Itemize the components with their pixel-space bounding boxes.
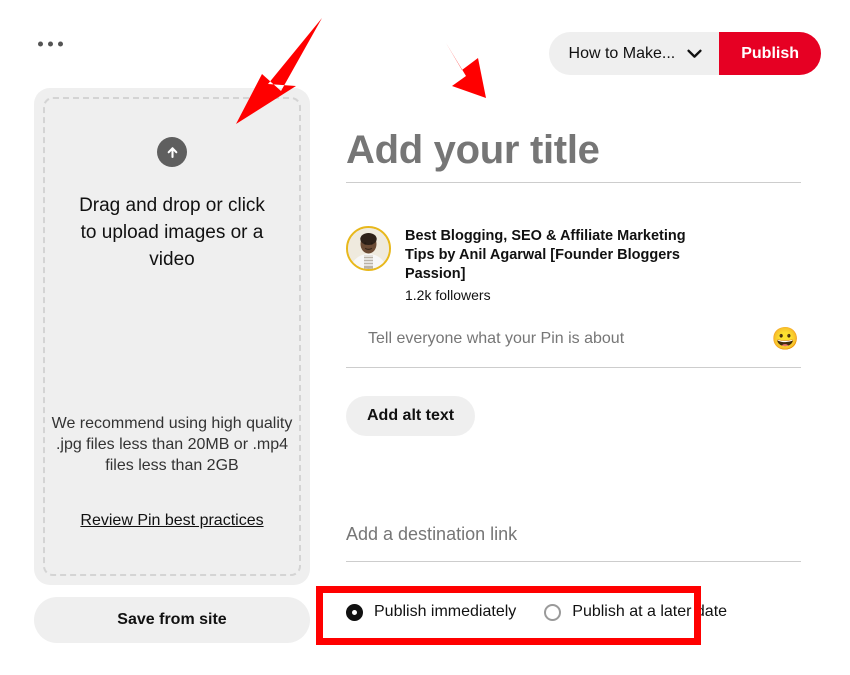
follower-count: 1.2k followers bbox=[405, 287, 491, 303]
chevron-down-icon bbox=[687, 49, 702, 59]
author-name: Best Blogging, SEO & Affiliate Marketing… bbox=[405, 228, 686, 282]
pin-title-input[interactable]: Add your title bbox=[346, 126, 801, 174]
upload-recommendation-text: We recommend using high quality .jpg fil… bbox=[51, 415, 293, 474]
pin-title-field[interactable]: Add your title bbox=[346, 126, 801, 183]
pin-description-field[interactable]: Tell everyone what your Pin is about 😀 bbox=[346, 328, 801, 368]
destination-link-input[interactable]: Add a destination link bbox=[346, 524, 801, 553]
publish-button[interactable]: Publish bbox=[719, 32, 821, 75]
board-publish-group: How to Make... Publish bbox=[548, 32, 821, 75]
upload-dropzone[interactable]: Drag and drop or click to upload images … bbox=[43, 97, 301, 576]
top-bar: How to Make... Publish bbox=[0, 0, 850, 88]
description-row: Tell everyone what your Pin is about 😀 bbox=[346, 328, 801, 359]
board-select-label: How to Make... bbox=[568, 44, 676, 62]
author-row: Best Blogging, SEO & Affiliate Marketing… bbox=[346, 226, 801, 303]
kebab-dot bbox=[58, 41, 63, 47]
upload-arrow-icon bbox=[157, 137, 187, 167]
pin-description-input[interactable]: Tell everyone what your Pin is about bbox=[368, 330, 624, 348]
kebab-dot bbox=[48, 41, 53, 47]
dropzone-instruction-text: Drag and drop or click to upload images … bbox=[79, 195, 265, 270]
radio-publish-later[interactable]: Publish at a later date bbox=[544, 603, 727, 621]
description-underline bbox=[346, 367, 801, 368]
radio-selected-icon[interactable] bbox=[346, 603, 363, 621]
save-from-site-button[interactable]: Save from site bbox=[34, 597, 310, 643]
radio-publish-immediately-label: Publish immediately bbox=[374, 603, 517, 620]
review-pin-best-practices-link[interactable]: Review Pin best practices bbox=[45, 512, 299, 530]
destination-underline bbox=[346, 561, 801, 562]
board-select-dropdown[interactable]: How to Make... bbox=[548, 32, 720, 75]
schedule-radio-row: Publish immediately Publish at a later d… bbox=[346, 603, 727, 621]
kebab-dot bbox=[38, 41, 43, 47]
more-options-icon[interactable] bbox=[34, 38, 67, 51]
media-uploader-panel: Drag and drop or click to upload images … bbox=[34, 88, 310, 585]
radio-publish-immediately[interactable]: Publish immediately bbox=[346, 603, 516, 621]
radio-unselected-icon[interactable] bbox=[544, 603, 562, 621]
title-underline bbox=[346, 182, 801, 183]
radio-publish-later-label: Publish at a later date bbox=[572, 603, 728, 620]
user-avatar-photo[interactable] bbox=[346, 226, 391, 271]
add-alt-text-button[interactable]: Add alt text bbox=[346, 396, 476, 436]
emoji-picker-icon[interactable]: 😀 bbox=[772, 328, 799, 350]
destination-link-field[interactable]: Add a destination link bbox=[346, 524, 801, 562]
author-text-block: Best Blogging, SEO & Affiliate Marketing… bbox=[405, 226, 705, 303]
